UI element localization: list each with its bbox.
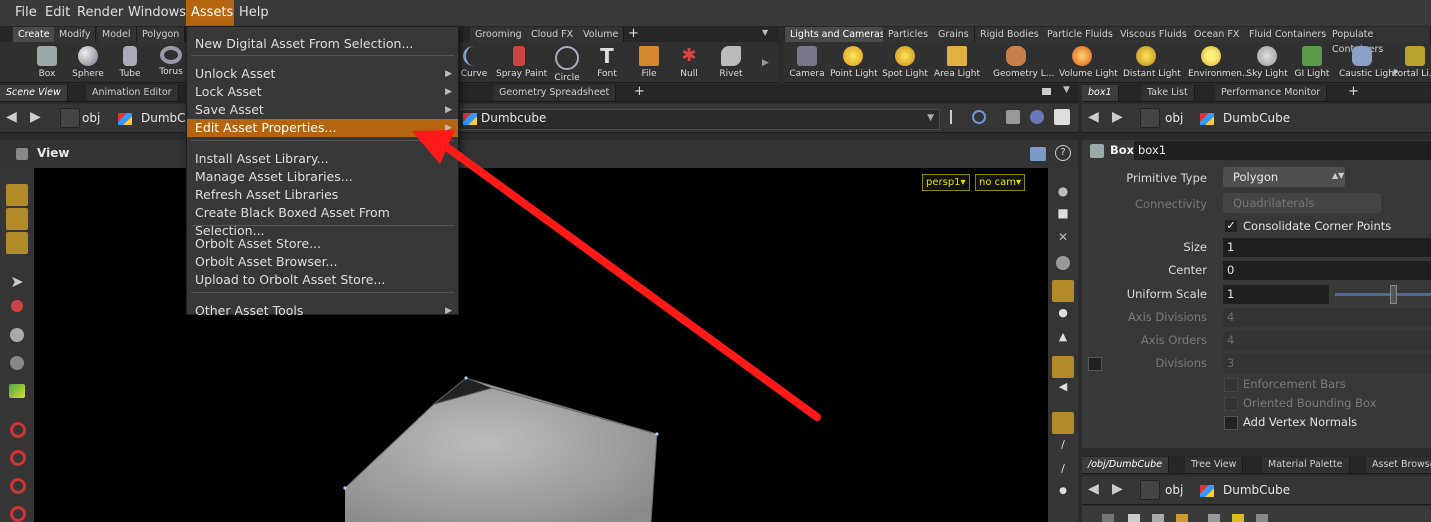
annotation-arrow	[412, 130, 821, 421]
arrow-shaft	[444, 144, 821, 421]
